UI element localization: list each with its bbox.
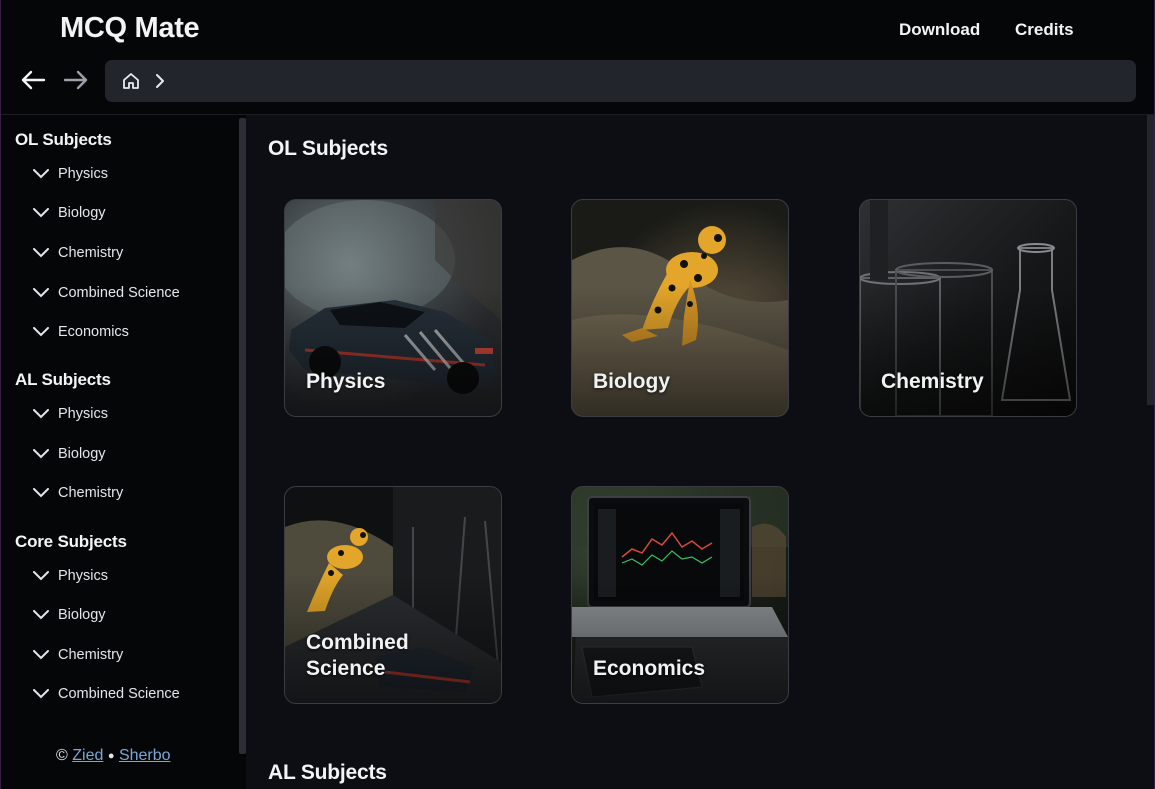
sidebar-item-label: Chemistry <box>58 647 124 663</box>
author-link-zied[interactable]: Zied <box>72 747 103 764</box>
download-link[interactable]: Download <box>899 20 980 40</box>
separator-dot: ● <box>107 750 115 762</box>
chevron-down-icon <box>33 449 49 459</box>
sidebar-group-al: AL Subjects <box>15 370 111 389</box>
main-content: OL Subjects Physics Biology Chemistry Co… <box>246 115 1155 789</box>
chevron-down-icon <box>33 610 49 620</box>
sidebar-item-ol-physics[interactable]: Physics <box>33 162 108 186</box>
card-combined-science[interactable]: Combined Science <box>284 486 502 704</box>
sidebar-item-label: Combined Science <box>58 285 180 301</box>
main-scrollbar[interactable] <box>1147 115 1155 405</box>
chevron-down-icon <box>33 169 49 179</box>
card-label: Economics <box>593 657 706 680</box>
card-chemistry[interactable]: Chemistry <box>859 199 1077 417</box>
credits-link[interactable]: Credits <box>1015 20 1074 40</box>
sidebar-item-label: Biology <box>58 205 106 221</box>
sidebar-item-core-chemistry[interactable]: Chemistry <box>33 643 123 667</box>
sidebar-scrollbar[interactable] <box>239 118 246 754</box>
top-bar: MCQ Mate Download Credits <box>0 0 1155 114</box>
sidebar-item-core-biology[interactable]: Biology <box>33 603 106 627</box>
sidebar-footer: © Zied ● Sherbo <box>56 747 171 765</box>
section-title-al: AL Subjects <box>268 761 387 784</box>
sidebar-item-label: Economics <box>58 324 129 340</box>
forward-button[interactable] <box>60 64 92 96</box>
arrow-right-icon <box>63 70 88 90</box>
card-label: Biology <box>593 370 670 393</box>
sidebar-item-label: Biology <box>58 446 106 462</box>
sidebar-item-al-physics[interactable]: Physics <box>33 402 108 426</box>
sidebar-item-ol-chemistry[interactable]: Chemistry <box>33 241 123 265</box>
chevron-down-icon <box>33 689 49 699</box>
address-bar[interactable] <box>105 60 1136 102</box>
chevron-down-icon <box>33 327 49 337</box>
sidebar-item-ol-economics[interactable]: Economics <box>33 320 129 344</box>
sidebar-item-label: Physics <box>58 166 108 182</box>
sidebar-item-label: Combined Science <box>58 686 180 702</box>
chevron-down-icon <box>33 650 49 660</box>
chevron-down-icon <box>33 208 49 218</box>
card-label: Chemistry <box>881 370 984 393</box>
author-link-sherbo[interactable]: Sherbo <box>119 747 171 764</box>
card-economics[interactable]: Economics <box>571 486 789 704</box>
arrow-left-icon <box>21 70 46 90</box>
chevron-down-icon <box>33 488 49 498</box>
card-label: Combined Science <box>306 631 409 680</box>
app-title: MCQ Mate <box>60 12 200 44</box>
chevron-down-icon <box>33 248 49 258</box>
sidebar-item-label: Physics <box>58 406 108 422</box>
chevron-down-icon <box>33 571 49 581</box>
sidebar-item-ol-combined-science[interactable]: Combined Science <box>33 281 180 305</box>
home-icon[interactable] <box>121 71 141 91</box>
card-physics[interactable]: Physics <box>284 199 502 417</box>
sidebar-item-label: Chemistry <box>58 485 124 501</box>
chevron-right-icon <box>156 74 164 88</box>
section-title-ol: OL Subjects <box>268 137 388 160</box>
sidebar-item-core-combined-science[interactable]: Combined Science <box>33 682 180 706</box>
card-label: Physics <box>306 370 386 393</box>
card-biology[interactable]: Biology <box>571 199 789 417</box>
sidebar-item-ol-biology[interactable]: Biology <box>33 201 106 225</box>
sidebar-item-label: Chemistry <box>58 245 124 261</box>
sidebar-group-ol: OL Subjects <box>15 130 112 149</box>
sidebar-group-core: Core Subjects <box>15 532 127 551</box>
chevron-down-icon <box>33 409 49 419</box>
sidebar-item-al-biology[interactable]: Biology <box>33 442 106 466</box>
copyright-symbol: © <box>56 747 68 764</box>
sidebar-item-label: Biology <box>58 607 106 623</box>
sidebar-item-al-chemistry[interactable]: Chemistry <box>33 481 123 505</box>
sidebar-item-core-physics[interactable]: Physics <box>33 564 108 588</box>
back-button[interactable] <box>17 64 49 96</box>
chevron-down-icon <box>33 288 49 298</box>
sidebar-item-label: Physics <box>58 568 108 584</box>
